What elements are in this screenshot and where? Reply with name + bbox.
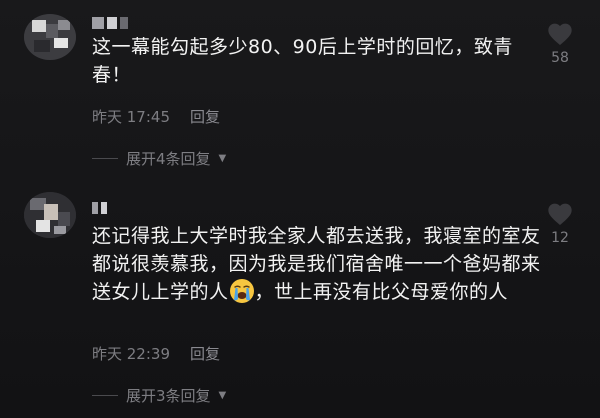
comment-text-part: ，世上再没有比父母爱你的人: [254, 281, 509, 303]
caret-down-icon: ▼: [218, 390, 227, 401]
username[interactable]: [92, 201, 107, 215]
divider: [92, 158, 118, 159]
reply-button[interactable]: 回复: [190, 343, 220, 364]
like-button[interactable]: 58: [542, 20, 578, 66]
expand-replies-label: 展开4条回复: [126, 150, 211, 168]
comment-list: 这一幕能勾起多少80、90后上学时的回忆，致青春！ 昨天 17:45 回复 展开…: [0, 0, 600, 418]
heart-icon: [548, 23, 572, 46]
comment-text: 这一幕能勾起多少80、90后上学时的回忆，致青春！: [92, 36, 513, 86]
comment-time: 昨天 17:45: [92, 108, 170, 126]
comment-text: 还记得我上大学时我全家人都去送我，我寝室的室友都说很羡慕我，因为我是我们宿舍唯一…: [92, 222, 542, 306]
caret-down-icon: ▼: [218, 153, 227, 164]
comment-meta: 昨天 22:39 回复: [92, 343, 220, 364]
expand-replies-button[interactable]: 展开3条回复 ▼: [92, 385, 226, 406]
loudly-crying-face-icon: [229, 279, 254, 303]
reply-button[interactable]: 回复: [190, 106, 220, 127]
expand-replies-button[interactable]: 展开4条回复 ▼: [92, 148, 226, 169]
username[interactable]: [92, 16, 128, 30]
expand-replies-label: 展开3条回复: [126, 387, 211, 405]
avatar[interactable]: [24, 192, 76, 238]
avatar[interactable]: [24, 14, 76, 60]
comment-time: 昨天 22:39: [92, 345, 170, 363]
comment-meta: 昨天 17:45 回复: [92, 106, 220, 127]
like-count: 58: [551, 50, 569, 66]
like-count: 12: [551, 230, 569, 246]
like-button[interactable]: 12: [542, 200, 578, 246]
divider: [92, 395, 118, 396]
heart-icon: [548, 203, 572, 226]
